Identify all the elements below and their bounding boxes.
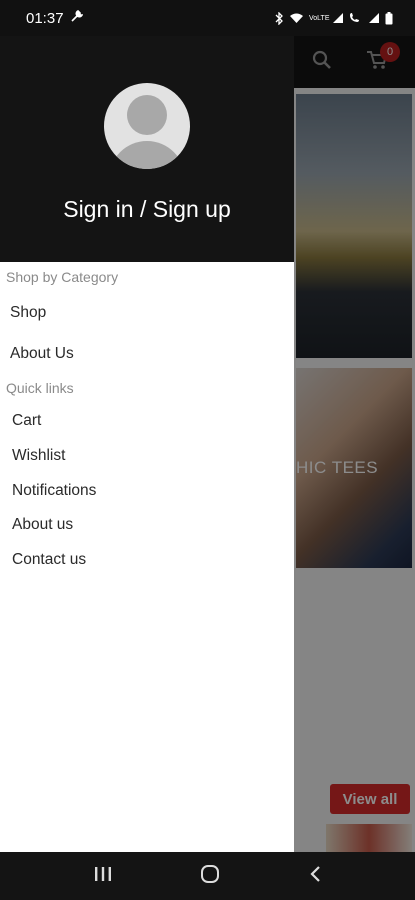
navigation-drawer: Sign in / Sign up Shop by Category Shop … xyxy=(0,36,294,852)
wrench-icon xyxy=(70,9,83,27)
drawer-item-about-us[interactable]: About Us xyxy=(10,345,74,363)
drawer-item-about[interactable]: About us xyxy=(12,516,73,534)
signal-2-icon xyxy=(368,12,380,24)
avatar-head xyxy=(127,95,167,135)
battery-icon xyxy=(385,11,393,25)
home-icon[interactable] xyxy=(200,864,220,889)
section-title-category: Shop by Category xyxy=(6,269,119,285)
recents-icon[interactable] xyxy=(94,866,112,887)
avatar-body xyxy=(109,141,185,169)
status-bar: 01:37 VoLTE xyxy=(0,0,415,36)
call-signal-icon xyxy=(349,12,363,24)
sign-in-link[interactable]: Sign in / Sign up xyxy=(0,196,294,223)
status-left: 01:37 xyxy=(26,10,83,27)
drawer-item-wishlist[interactable]: Wishlist xyxy=(12,447,65,465)
wifi-icon xyxy=(289,12,304,24)
section-title-quick-links: Quick links xyxy=(6,380,74,396)
drawer-item-cart[interactable]: Cart xyxy=(12,412,41,430)
drawer-item-notifications[interactable]: Notifications xyxy=(12,482,96,500)
status-time: 01:37 xyxy=(26,9,64,27)
drawer-item-shop[interactable]: Shop xyxy=(10,304,46,322)
status-right: VoLTE xyxy=(275,11,393,25)
system-nav-bar xyxy=(0,852,415,900)
drawer-scrim[interactable] xyxy=(294,36,415,852)
avatar[interactable] xyxy=(104,83,190,169)
bluetooth-icon xyxy=(275,11,284,25)
back-icon[interactable] xyxy=(309,865,321,888)
volte-label: VoLTE xyxy=(309,14,330,22)
signal-icon xyxy=(332,12,344,24)
drawer-item-contact[interactable]: Contact us xyxy=(12,551,86,569)
drawer-header: Sign in / Sign up xyxy=(0,36,294,262)
